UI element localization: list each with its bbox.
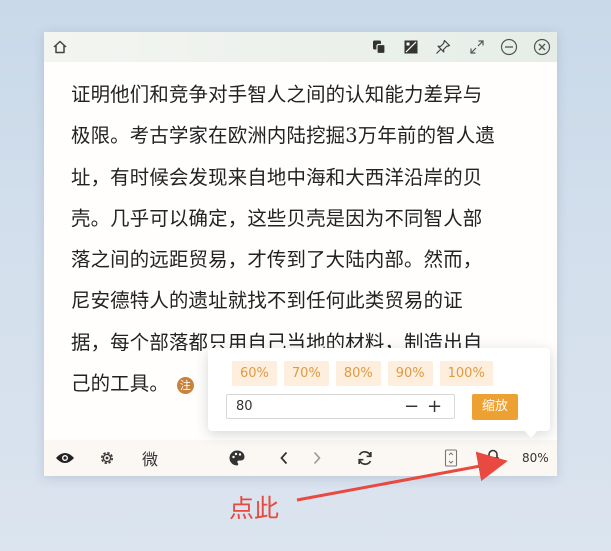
popup-arrow	[522, 428, 540, 438]
bottom-toolbar: 微 80%	[44, 440, 557, 476]
text-line: 证明他们和竞争对手智人之间的认知能力差异与	[71, 83, 483, 106]
zoom-increment-button[interactable]: +	[427, 394, 442, 419]
zoom-preset-60[interactable]: 60%	[232, 361, 277, 386]
title-bar	[44, 32, 557, 62]
text-line: 尼安德特人的遗址就找不到任何此类贸易的证	[71, 289, 463, 313]
image-icon[interactable]	[401, 37, 421, 57]
copy-icon[interactable]	[369, 37, 389, 57]
zoom-preset-100[interactable]: 100%	[439, 361, 493, 386]
chevron-right-icon[interactable]	[306, 447, 328, 469]
minimize-icon[interactable]	[499, 37, 519, 57]
close-icon[interactable]	[532, 37, 552, 57]
chevron-left-icon[interactable]	[273, 447, 295, 469]
zoom-preset-80[interactable]: 80%	[335, 361, 381, 386]
text-line: 壳。几乎可以确定，这些贝壳是因为不同智人部	[71, 206, 483, 230]
home-icon[interactable]	[50, 37, 70, 57]
eye-icon[interactable]	[54, 447, 76, 469]
refresh-icon[interactable]	[354, 447, 376, 469]
zoom-presets: 60% 70% 80% 90% 100%	[232, 361, 493, 386]
apply-zoom-button[interactable]: 缩放	[472, 394, 518, 420]
wei-button[interactable]: 微	[139, 447, 161, 469]
text-line-content: 己的工具。	[71, 372, 169, 396]
lock-icon[interactable]	[482, 447, 504, 469]
text-line: 落之间的远距贸易，才传到了大陆内部。然而，	[71, 248, 483, 272]
expand-icon[interactable]	[467, 37, 487, 57]
zoom-level-button[interactable]: 80%	[522, 451, 549, 465]
note-badge[interactable]: 注	[176, 376, 194, 394]
zoom-input[interactable]: 80	[226, 394, 455, 419]
pin-icon[interactable]	[433, 37, 453, 57]
gear-icon[interactable]	[96, 447, 118, 469]
zoom-preset-70[interactable]: 70%	[283, 361, 329, 386]
click-here-annotation: 点此	[229, 494, 280, 523]
zoom-preset-90[interactable]: 90%	[387, 361, 433, 386]
text-line: 极限。考古学家在欧洲内陆挖掘3万年前的智人遗	[71, 124, 495, 148]
text-line: 址，有时候会发现来自地中海和大西洋沿岸的贝	[71, 165, 483, 189]
zoom-popup: 60% 70% 80% 90% 100% 80 − + 缩放	[208, 348, 550, 431]
zoom-decrement-button[interactable]: −	[404, 394, 419, 419]
palette-icon[interactable]	[226, 447, 248, 469]
page-fit-icon[interactable]	[440, 447, 462, 469]
